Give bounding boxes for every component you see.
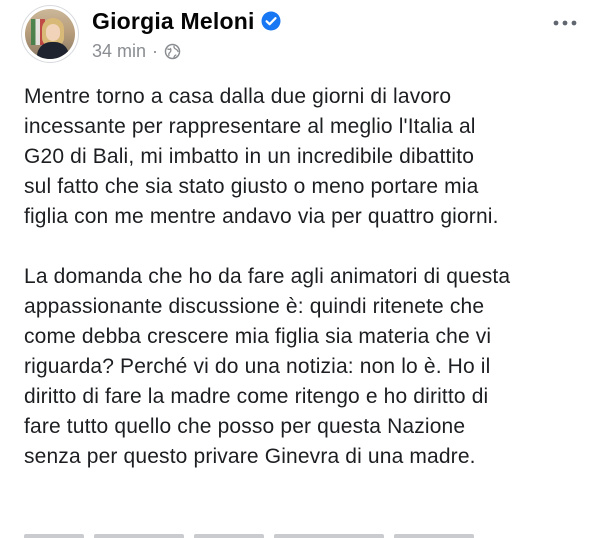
avatar-face-shape (46, 24, 60, 41)
post-paragraph-1: Mentre torno a casa dalla due giorni di … (24, 85, 499, 228)
avatar-body-shape (37, 42, 69, 59)
meta-separator: · (152, 40, 159, 61)
more-options-icon[interactable] (550, 12, 580, 34)
truncated-next-line (24, 524, 544, 538)
verified-badge-icon (261, 11, 281, 31)
author-avatar[interactable] (22, 6, 78, 62)
globe-icon[interactable] (164, 43, 181, 60)
author-name[interactable]: Giorgia Meloni (92, 8, 255, 35)
post-header: Giorgia Meloni 34 min · (22, 4, 586, 68)
post-body: Mentre torno a casa dalla due giorni di … (24, 82, 584, 502)
avatar-photo (25, 9, 75, 59)
post-timestamp[interactable]: 34 min (92, 41, 146, 62)
post-meta: 34 min · (92, 40, 181, 62)
post-paragraph-2: La domanda che ho da fare agli animatori… (24, 265, 511, 468)
author-row: Giorgia Meloni (92, 6, 281, 36)
facebook-post: Giorgia Meloni 34 min · Mentre torno a c… (0, 0, 600, 538)
